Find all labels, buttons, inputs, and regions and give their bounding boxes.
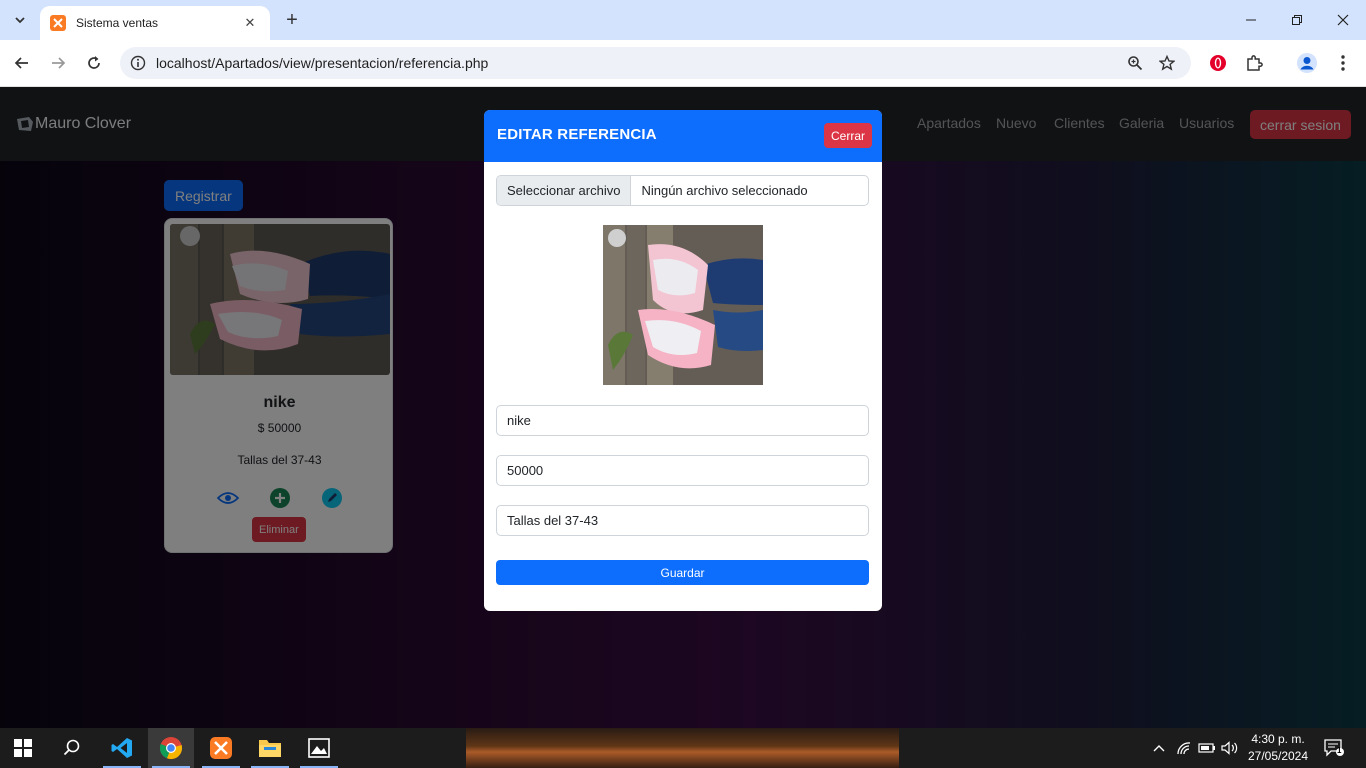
opera-extension-icon[interactable] bbox=[1205, 50, 1231, 76]
folder-icon bbox=[259, 740, 281, 757]
minimize-icon bbox=[1246, 19, 1256, 21]
restore-icon bbox=[1292, 15, 1302, 25]
vscode-icon bbox=[111, 738, 132, 758]
zoom-icon[interactable] bbox=[1125, 53, 1145, 73]
tab-close-icon[interactable]: ✕ bbox=[240, 15, 260, 31]
xampp-favicon-icon bbox=[50, 15, 66, 31]
tab-search-button[interactable] bbox=[8, 8, 32, 32]
forward-button[interactable] bbox=[45, 50, 71, 76]
network-icon[interactable] bbox=[1174, 738, 1194, 758]
file-status-text: Ningún archivo seleccionado bbox=[641, 183, 808, 198]
taskbar-vscode[interactable] bbox=[99, 728, 145, 768]
close-window-button[interactable] bbox=[1320, 0, 1366, 40]
windows-taskbar: 4:30 p. m. 27/05/2024 1 bbox=[0, 728, 1366, 768]
close-icon bbox=[1337, 14, 1349, 26]
address-bar[interactable]: localhost/Apartados/view/presentacion/re… bbox=[120, 47, 1191, 79]
tray-chevron-up-icon[interactable] bbox=[1149, 738, 1169, 758]
modal-close-button[interactable]: Cerrar bbox=[824, 123, 873, 148]
minimize-button[interactable] bbox=[1228, 0, 1274, 40]
windows-logo-icon bbox=[14, 739, 32, 757]
arrow-right-icon bbox=[52, 57, 66, 69]
restore-button[interactable] bbox=[1274, 0, 1320, 40]
modal-title: EDITAR REFERENCIA bbox=[497, 126, 657, 143]
chevron-down-icon bbox=[15, 17, 25, 24]
modal-header: EDITAR REFERENCIA Cerrar bbox=[484, 110, 882, 162]
url-text: localhost/Apartados/view/presentacion/re… bbox=[156, 55, 489, 71]
edit-reference-modal: EDITAR REFERENCIA Cerrar Seleccionar arc… bbox=[484, 110, 882, 611]
taskbar-photos[interactable] bbox=[296, 728, 342, 768]
photos-icon bbox=[308, 738, 330, 758]
file-input[interactable]: Seleccionar archivo Ningún archivo selec… bbox=[496, 175, 869, 206]
taskbar-clock[interactable]: 4:30 p. m. 27/05/2024 bbox=[1238, 731, 1318, 765]
sizes-field[interactable] bbox=[496, 505, 869, 536]
browser-title-bar: Sistema ventas ✕ + bbox=[0, 0, 1366, 40]
clock-date: 27/05/2024 bbox=[1247, 749, 1309, 763]
clock-time: 4:30 p. m. bbox=[1251, 732, 1305, 746]
reload-icon bbox=[88, 56, 100, 69]
taskbar-chrome[interactable] bbox=[148, 728, 194, 768]
taskbar-xampp[interactable] bbox=[198, 728, 244, 768]
new-tab-button[interactable]: + bbox=[280, 8, 304, 32]
search-icon bbox=[63, 739, 80, 756]
taskbar-file-explorer[interactable] bbox=[247, 728, 293, 768]
back-button[interactable] bbox=[9, 50, 35, 76]
battery-icon[interactable] bbox=[1197, 738, 1217, 758]
taskbar-wallpaper-thumbnail bbox=[466, 728, 899, 768]
reference-image-preview bbox=[603, 225, 763, 385]
browser-menu-icon[interactable] bbox=[1330, 50, 1356, 76]
extensions-puzzle-icon[interactable] bbox=[1241, 50, 1267, 76]
notification-count: 1 bbox=[1337, 746, 1342, 755]
info-icon[interactable] bbox=[130, 55, 146, 71]
page-content: Mauro Clover Apartados Nuevo Clientes Ga… bbox=[0, 87, 1366, 728]
tab-title: Sistema ventas bbox=[76, 16, 159, 30]
volume-icon[interactable] bbox=[1220, 738, 1240, 758]
save-button[interactable]: Guardar bbox=[496, 560, 869, 585]
file-select-button[interactable]: Seleccionar archivo bbox=[497, 176, 632, 205]
name-field[interactable] bbox=[496, 405, 869, 436]
search-button[interactable] bbox=[49, 728, 95, 768]
bookmark-star-icon[interactable] bbox=[1157, 53, 1177, 73]
arrow-left-icon bbox=[14, 57, 28, 69]
xampp-icon bbox=[210, 737, 232, 759]
notification-center-button[interactable]: 1 bbox=[1324, 738, 1344, 758]
profile-avatar-icon[interactable] bbox=[1294, 50, 1320, 76]
chrome-icon bbox=[159, 737, 183, 760]
price-field[interactable] bbox=[496, 455, 869, 486]
browser-toolbar: localhost/Apartados/view/presentacion/re… bbox=[0, 40, 1366, 87]
browser-tab[interactable]: Sistema ventas ✕ bbox=[40, 6, 270, 40]
start-button[interactable] bbox=[0, 728, 46, 768]
reload-button[interactable] bbox=[81, 50, 107, 76]
